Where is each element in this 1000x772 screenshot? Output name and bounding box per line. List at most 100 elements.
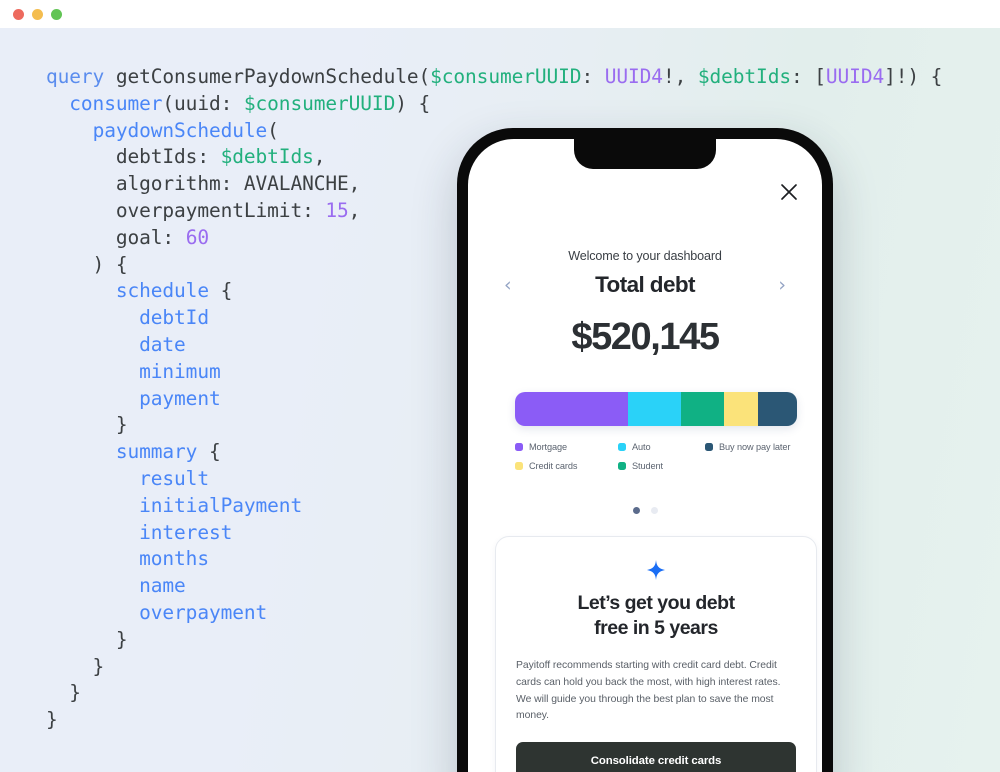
legend-swatch: [515, 443, 523, 451]
code-token: name: [139, 574, 186, 598]
debt-bar-segment: [757, 392, 797, 426]
debt-bar-segment: [723, 392, 758, 426]
debt-bar-segment: [681, 392, 724, 426]
recommendation-card: Let’s get you debt free in 5 years Payit…: [495, 536, 817, 772]
canvas-stage: query getConsumerPaydownSchedule ( $consum…: [0, 28, 1000, 772]
close-icon[interactable]: [778, 181, 800, 203]
minimize-window-button[interactable]: [32, 8, 43, 20]
phone-mockup: Welcome to your dashboard ‹ Total debt ›…: [457, 128, 833, 772]
legend-label: Credit cards: [529, 461, 578, 471]
legend-item: Student: [618, 461, 705, 471]
legend-item: Buy now pay later: [705, 442, 805, 452]
code-token: months: [139, 547, 209, 571]
code-token: paydownSchedule: [92, 118, 268, 142]
code-token: initialPayment: [139, 493, 303, 517]
code-token: ) {: [395, 91, 431, 115]
code-line: query getConsumerPaydownSchedule($consum…: [46, 64, 942, 91]
maximize-window-button[interactable]: [51, 8, 62, 20]
code-token: ,: [348, 198, 361, 222]
code-token: $debtIds: [220, 145, 314, 169]
legend-swatch: [705, 443, 713, 451]
code-token: }: [46, 654, 105, 678]
legend-label: Auto: [632, 442, 651, 452]
code-token: overpaymentLimit:: [46, 198, 326, 222]
legend-swatch: [515, 462, 523, 470]
code-token: summary: [115, 440, 198, 464]
code-token: (uuid:: [162, 91, 244, 115]
pagination-dot-active[interactable]: [632, 507, 640, 514]
code-token: }: [46, 708, 58, 732]
legend-label: Student: [632, 461, 663, 471]
code-token: schedule: [115, 279, 209, 303]
code-token: }: [46, 681, 81, 705]
recommendation-title-line2: free in 5 years: [594, 617, 718, 639]
code-token: query: [46, 65, 116, 88]
code-token: result: [139, 466, 209, 490]
code-token: UUID4: [825, 65, 885, 88]
code-token: consumer: [69, 91, 163, 115]
pagination-dot[interactable]: [650, 507, 658, 514]
debt-bar-segment: [627, 392, 682, 426]
code-token: getConsumerPaydownSchedule: [115, 65, 419, 88]
prev-arrow-icon[interactable]: ‹: [504, 275, 512, 295]
total-debt-amount: $520,145: [571, 316, 720, 358]
pagination-dots[interactable]: [468, 507, 822, 514]
legend-item: Credit cards: [515, 461, 618, 471]
code-token: !,: [662, 65, 698, 88]
debt-legend: Mortgage Auto Buy now pay later Credit card…: [515, 442, 805, 480]
code-token: overpayment: [139, 600, 268, 624]
legend-label: Buy now pay later: [719, 442, 791, 452]
code-token: algorithm: AVALANCHE,: [46, 172, 361, 196]
code-token: 60: [185, 225, 209, 249]
recommendation-title: Let’s get you debt free in 5 years: [516, 591, 796, 641]
code-token: payment: [139, 386, 221, 410]
code-token: $consumerUUID: [243, 91, 396, 115]
dashboard-header: Welcome to your dashboard ‹ Total debt ›…: [468, 249, 822, 359]
legend-item: Auto: [618, 442, 705, 452]
debt-bar-segment: [515, 392, 628, 426]
code-token: ]!) {: [884, 65, 943, 88]
code-token: UUID4: [604, 65, 663, 88]
code-token: }: [46, 413, 128, 437]
next-arrow-icon[interactable]: ›: [778, 275, 786, 295]
code-token: minimum: [139, 359, 221, 383]
consolidate-credit-cards-button[interactable]: Consolidate credit cards: [516, 742, 796, 772]
phone-screen: Welcome to your dashboard ‹ Total debt ›…: [468, 139, 822, 772]
code-token: $consumerUUID: [430, 65, 582, 88]
window-titlebar: [0, 0, 1000, 28]
title-row: ‹ Total debt ›: [468, 272, 822, 298]
code-token: goal:: [46, 225, 186, 249]
code-token: :: [581, 65, 605, 88]
sparkle-icon: [516, 559, 796, 583]
code-token: debtId: [139, 306, 209, 330]
welcome-text: Welcome to your dashboard: [568, 249, 722, 263]
debt-breakdown-bar: [515, 392, 797, 426]
code-token: (: [267, 118, 279, 142]
phone-notch: [574, 139, 716, 169]
code-token: : [: [790, 65, 826, 88]
legend-swatch: [618, 462, 626, 470]
code-token: ) {: [46, 252, 128, 276]
page-title: Total debt: [595, 272, 695, 297]
legend-swatch: [618, 443, 626, 451]
code-token: {: [208, 279, 233, 303]
recommendation-body: Payitoff recommends starting with credit…: [516, 660, 781, 722]
code-token: {: [197, 440, 221, 464]
code-token: date: [139, 332, 186, 356]
code-token: 15: [325, 198, 349, 222]
close-window-button[interactable]: [13, 8, 24, 20]
code-line: consumer(uuid: $consumerUUID) {: [46, 91, 942, 118]
code-token: ,: [313, 145, 326, 169]
